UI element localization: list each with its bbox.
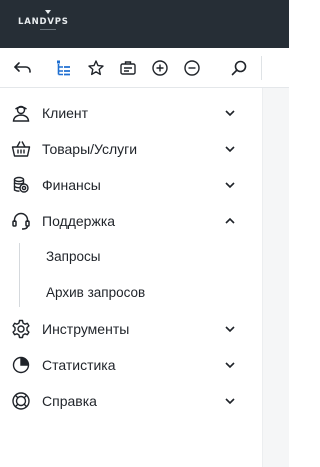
favorites-button[interactable] [84,56,108,80]
headset-icon [12,212,30,230]
back-button[interactable] [10,56,34,80]
briefcase-icon [120,61,136,75]
lifebuoy-icon [12,392,30,410]
menu-item-tools[interactable]: Инструменты [0,311,262,347]
chevron-down-icon[interactable] [224,179,236,191]
menu-item-label: Поддержка [42,213,116,229]
menu-item-products[interactable]: Товары/Услуги [0,131,262,167]
user-icon [12,105,30,122]
collapse-all-button[interactable] [180,56,204,80]
menu-item-support[interactable]: Поддержка [0,203,262,239]
support-submenu: Запросы Архив запросов [0,239,262,311]
menu-item-client[interactable]: Клиент [0,95,262,131]
sidebar-menu: Клиент Товары/Услуги Финансы Поддержка З… [0,95,262,419]
submenu-item-label: Запросы [46,249,101,264]
chevron-up-icon[interactable] [224,215,236,227]
expand-all-button[interactable] [148,56,172,80]
back-icon [14,62,31,73]
logo-text: LANDVPS [18,17,69,27]
coins-icon [13,176,29,193]
search-button[interactable] [227,56,251,80]
toolbar [0,48,289,88]
menu-item-finance[interactable]: Финансы [0,167,262,203]
menu-item-label: Справка [42,393,97,409]
plus-circle-icon [152,60,168,76]
top-bar: LANDVPS [0,0,289,48]
menu-item-label: Товары/Услуги [42,141,138,157]
toolbar-divider [261,56,262,80]
menu-item-label: Статистика [42,357,116,373]
chevron-down-icon[interactable] [224,143,236,155]
content-panel [262,88,289,467]
logo-underline [40,29,56,30]
logo-mark-icon [45,10,51,14]
chevron-down-icon[interactable] [224,107,236,119]
tree-button[interactable] [52,56,76,80]
submenu-item-requests-archive[interactable]: Архив запросов [0,275,262,311]
chevron-down-icon[interactable] [224,395,236,407]
menu-item-statistics[interactable]: Статистика [0,347,262,383]
briefcase-button[interactable] [116,56,140,80]
menu-item-label: Клиент [42,105,89,121]
submenu-item-label: Архив запросов [46,285,146,300]
gear-icon [12,319,30,339]
submenu-item-requests[interactable]: Запросы [0,239,262,275]
tree-icon [57,60,70,76]
minus-circle-icon [184,60,200,76]
menu-item-help[interactable]: Справка [0,383,262,419]
chevron-down-icon[interactable] [224,323,236,335]
basket-icon [11,141,31,157]
search-icon [231,60,247,76]
logo[interactable]: LANDVPS [18,10,78,36]
menu-item-label: Финансы [42,177,101,193]
menu-item-label: Инструменты [42,321,130,337]
pie-chart-icon [12,356,30,374]
chevron-down-icon[interactable] [224,359,236,371]
star-icon [88,60,104,76]
